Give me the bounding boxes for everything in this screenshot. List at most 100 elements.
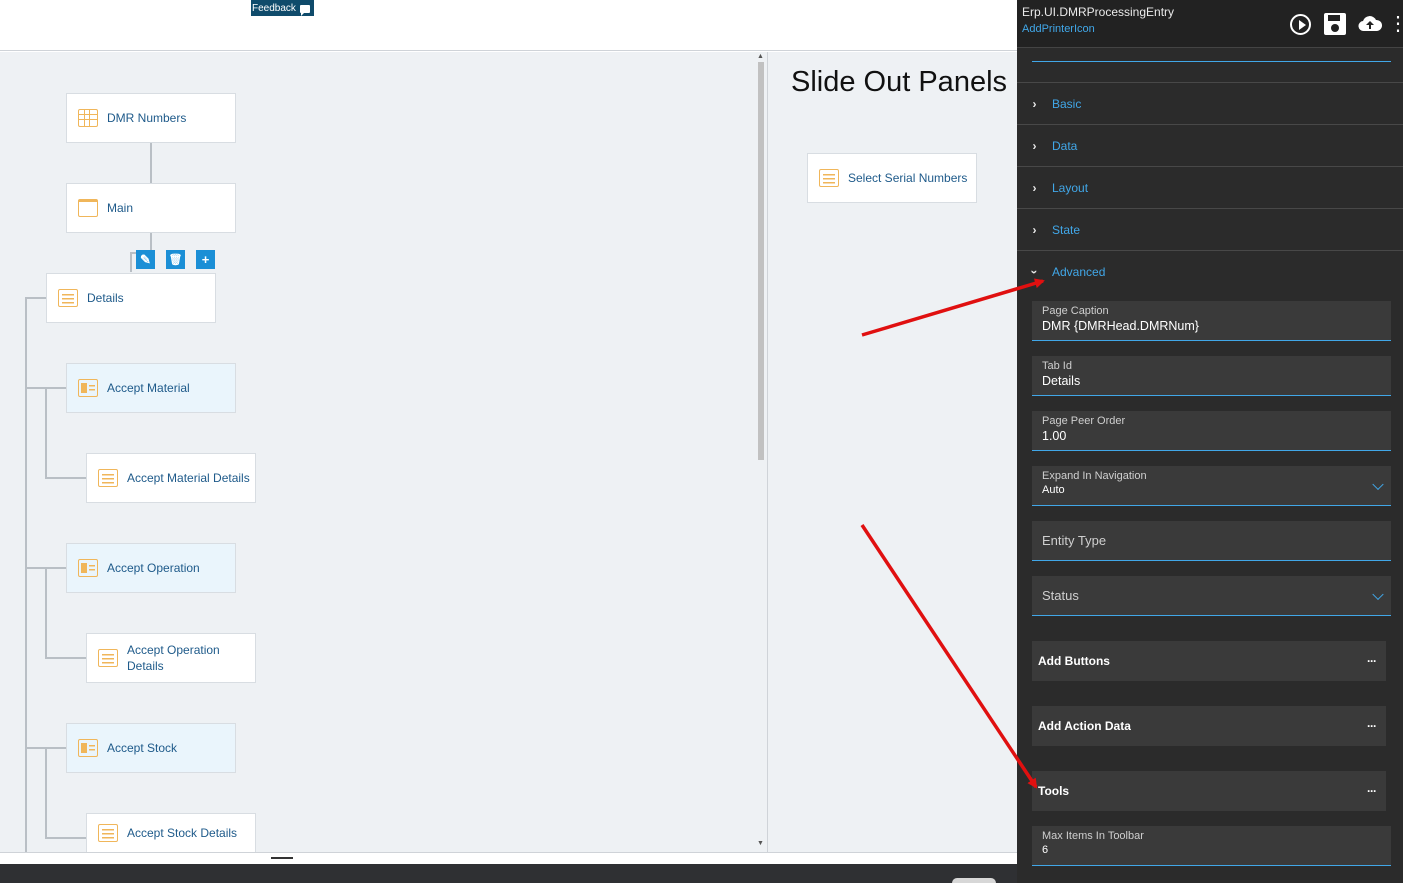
canvas-scrollbar-thumb[interactable] [758, 62, 764, 460]
tree-node-accept-stock-details[interactable]: Accept Stock Details [86, 813, 256, 853]
tree-node-label: Accept Material Details [127, 471, 250, 485]
canvas-footer [0, 852, 1017, 864]
tree-node-label: Accept Operation Details [127, 643, 220, 673]
section-advanced[interactable]: › Advanced [1017, 250, 1403, 292]
tree-connector [45, 477, 87, 479]
collection-label: Add Action Data [1038, 719, 1131, 733]
split-panel-icon [78, 379, 98, 397]
field-label: Page Caption [1042, 305, 1109, 317]
tree-node-label: Accept Stock [107, 741, 178, 755]
tree-node-label: Accept Operation [107, 561, 200, 575]
add-action-data-collection[interactable]: Add Action Data ··· [1032, 706, 1386, 746]
tree-connector [45, 657, 87, 659]
split-panel-icon [78, 559, 98, 577]
add-node-button[interactable]: + [196, 250, 215, 269]
chevron-right-icon: › [1032, 180, 1037, 195]
properties-header: Erp.UI.DMRProcessingEntry AddPrinterIcon… [1017, 0, 1403, 48]
chevron-right-icon: › [1032, 138, 1037, 153]
tree-node-label: Details [87, 291, 124, 305]
resize-handle[interactable] [271, 857, 293, 859]
plus-icon: + [201, 252, 210, 267]
tree-node-main[interactable]: Main [66, 183, 236, 233]
trash-icon: 🗑 [168, 254, 183, 266]
page-caption-field[interactable]: Page Caption DMR {DMRHead.DMRNum} [1032, 301, 1391, 341]
chevron-down-icon: › [1027, 269, 1042, 274]
feedback-button[interactable]: Feedback [251, 0, 314, 16]
field-value: Auto [1042, 484, 1065, 496]
tab-id-field[interactable]: Tab Id Details [1032, 356, 1391, 396]
tree-node-label: Main [107, 201, 134, 215]
property-field-top[interactable] [1032, 48, 1391, 62]
scroll-up-arrow-icon[interactable]: ▲ [757, 53, 764, 60]
slide-out-node-select-serial-numbers[interactable]: Select Serial Numbers [807, 153, 977, 203]
section-basic[interactable]: › Basic [1017, 82, 1403, 124]
more-vertical-icon[interactable]: ⋮ [1388, 12, 1403, 36]
tree-node-accept-operation-details[interactable]: Accept Operation Details [86, 633, 256, 683]
tree-connector [25, 297, 27, 853]
toggle-switch[interactable] [952, 878, 996, 883]
tree-node-accept-stock[interactable]: Accept Stock [66, 723, 236, 773]
split-panel-icon [78, 739, 98, 757]
tree-node-details[interactable]: Details [46, 273, 216, 323]
entity-type-field[interactable]: Entity Type [1032, 521, 1391, 561]
field-label: Tab Id [1042, 360, 1072, 372]
chat-icon [299, 4, 310, 16]
tree-node-accept-material-details[interactable]: Accept Material Details [86, 453, 256, 503]
tree-node-label: DMR Numbers [107, 111, 187, 125]
collection-label: Add Buttons [1038, 654, 1110, 668]
ellipsis-icon[interactable]: ··· [1367, 784, 1377, 798]
chevron-down-icon [1372, 588, 1384, 600]
tree-node-label: Accept Material [107, 381, 190, 395]
feedback-label: Feedback [252, 3, 296, 14]
play-icon[interactable] [1290, 14, 1311, 35]
section-label: State [1052, 222, 1081, 237]
component-subtitle[interactable]: AddPrinterIcon [1022, 23, 1095, 35]
section-state[interactable]: › State [1017, 208, 1403, 250]
ellipsis-icon[interactable]: ··· [1367, 654, 1377, 668]
tree-connector [150, 232, 152, 252]
section-label: Layout [1052, 180, 1089, 195]
section-label: Data [1052, 138, 1078, 153]
tools-collection[interactable]: Tools ··· [1032, 771, 1386, 811]
scroll-down-arrow-icon[interactable]: ▼ [757, 840, 764, 847]
edit-node-button[interactable]: ✎ [136, 250, 155, 269]
ellipsis-icon[interactable]: ··· [1367, 719, 1377, 733]
tree-connector [25, 297, 47, 299]
status-select[interactable]: Status [1032, 576, 1391, 616]
component-title: Erp.UI.DMRProcessingEntry [1022, 5, 1175, 19]
section-layout[interactable]: › Layout [1017, 166, 1403, 208]
cloud-upload-icon[interactable] [1358, 14, 1382, 32]
bottom-toolbar [0, 864, 1017, 883]
slide-out-node-label: Select Serial Numbers [848, 171, 968, 185]
delete-node-button[interactable]: 🗑 [166, 250, 185, 269]
add-buttons-collection[interactable]: Add Buttons ··· [1032, 641, 1386, 681]
top-header: Feedback [0, 0, 1017, 51]
tree-node-dmr-numbers[interactable]: DMR Numbers [66, 93, 236, 143]
tree-connector [130, 252, 132, 272]
page-peer-order-field[interactable]: Page Peer Order 1.00 [1032, 411, 1391, 451]
chevron-right-icon: › [1032, 222, 1037, 237]
grid-icon [78, 109, 98, 127]
tree-node-label: Accept Stock Details [127, 826, 238, 840]
tree-node-accept-material[interactable]: Accept Material [66, 363, 236, 413]
field-label: Max Items In Toolbar [1042, 830, 1144, 842]
slide-out-panels-title: Slide Out Panels [791, 66, 1008, 98]
tree-connector [45, 837, 87, 839]
tree-connector [45, 387, 47, 478]
tree-node-accept-operation[interactable]: Accept Operation [66, 543, 236, 593]
list-icon [58, 289, 78, 307]
expand-in-navigation-select[interactable]: Expand In Navigation Auto [1032, 466, 1391, 506]
properties-panel: Erp.UI.DMRProcessingEntry AddPrinterIcon… [1017, 0, 1403, 883]
save-icon[interactable] [1324, 13, 1346, 35]
folder-icon [78, 199, 98, 217]
list-icon [98, 824, 118, 842]
section-label: Advanced [1052, 264, 1106, 279]
tree-connector [45, 747, 47, 838]
field-label: Expand In Navigation [1042, 470, 1147, 482]
field-label: Status [1042, 588, 1079, 603]
section-label: Basic [1052, 96, 1082, 111]
section-data[interactable]: › Data [1017, 124, 1403, 166]
list-icon [98, 649, 118, 667]
chevron-right-icon: › [1032, 96, 1037, 111]
max-items-in-toolbar-field[interactable]: Max Items In Toolbar 6 [1032, 826, 1391, 866]
